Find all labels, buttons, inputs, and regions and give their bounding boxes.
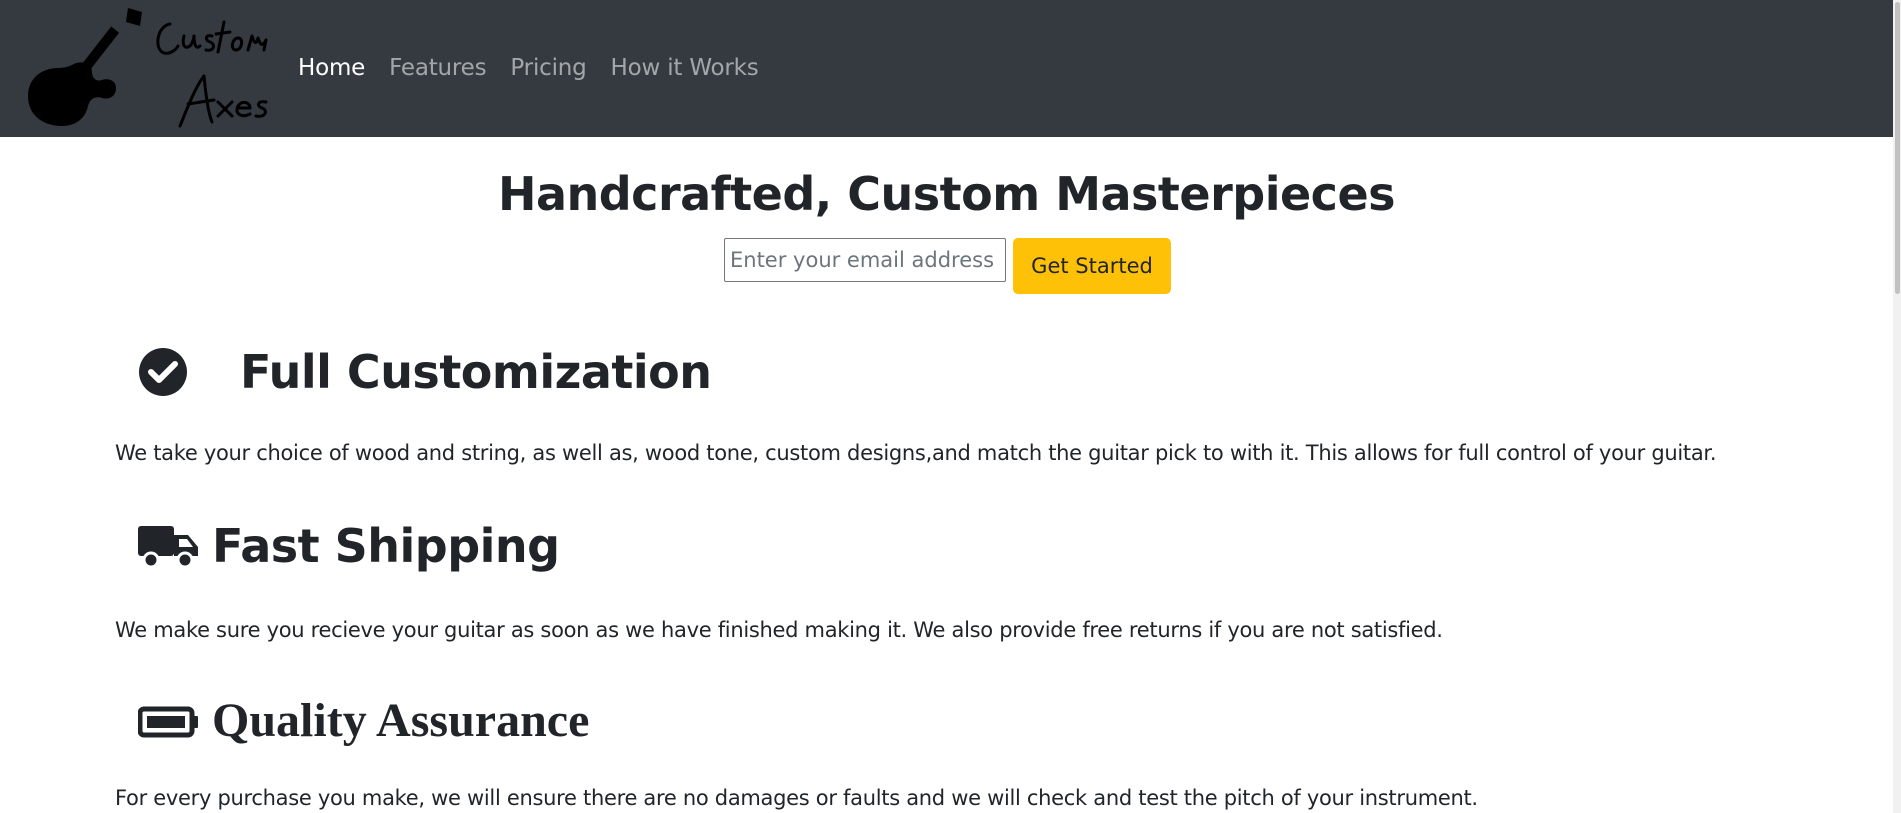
feature-heading-customization: Full Customization: [138, 345, 712, 399]
feature-title: Full Customization: [240, 345, 712, 399]
get-started-button[interactable]: Get Started: [1013, 238, 1171, 294]
nav-pricing-link[interactable]: Pricing: [510, 55, 586, 81]
hero-title: Handcrafted, Custom Masterpieces: [497, 167, 1396, 221]
feature-description: We take your choice of wood and string, …: [115, 441, 1717, 465]
truck-icon: [138, 519, 200, 573]
navbar: Home Features Pricing How it Works: [0, 0, 1893, 137]
feature-description: For every purchase you make, we will ens…: [115, 786, 1478, 810]
page-scrollbar[interactable]: [1893, 0, 1901, 813]
battery-icon: [137, 694, 200, 748]
guitar-icon: [28, 8, 268, 128]
check-circle-icon: [138, 345, 200, 399]
nav-home-link[interactable]: Home: [298, 55, 365, 81]
email-input[interactable]: [724, 238, 1006, 282]
main-nav: Home Features Pricing How it Works: [298, 50, 783, 86]
feature-title: Fast Shipping: [212, 519, 560, 573]
scrollbar-thumb[interactable]: [1895, 2, 1900, 294]
signup-form: Get Started: [724, 238, 1171, 294]
feature-title: Quality Assurance: [212, 694, 590, 747]
feature-heading-shipping: Fast Shipping: [138, 519, 560, 573]
brand-logo[interactable]: [20, 6, 292, 130]
feature-description: We make sure you recieve your guitar as …: [115, 618, 1443, 642]
nav-how-it-works-link[interactable]: How it Works: [611, 55, 759, 81]
feature-heading-quality: Quality Assurance: [137, 693, 590, 748]
page: Home Features Pricing How it Works Handc…: [0, 0, 1901, 813]
nav-features-link[interactable]: Features: [389, 55, 486, 81]
